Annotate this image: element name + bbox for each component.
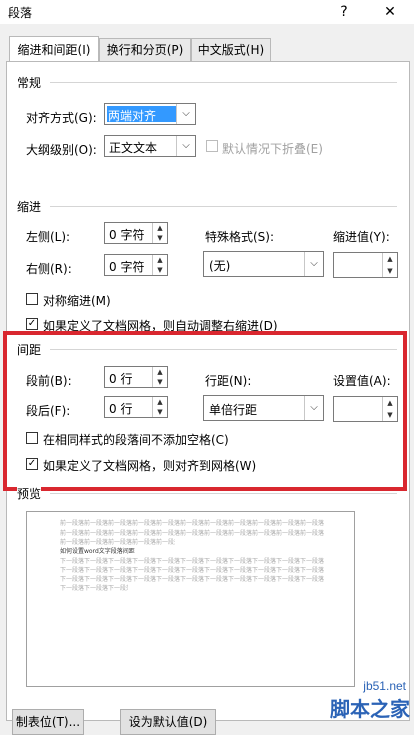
outline-label: 大纲级别(O): [26, 143, 97, 157]
alignment-label: 对齐方式(G): [26, 111, 97, 125]
close-button[interactable]: ✕ [376, 2, 404, 22]
preview-next-line: 下一段落下一段落下一段落下一段落下一段落下一段落下一段落下一段落下一段落下一段落… [60, 576, 325, 583]
outline-value: 正文文本 [109, 141, 158, 155]
special-indent-value: (无) [209, 259, 231, 273]
window-title: 段落 [8, 6, 33, 20]
spinner[interactable]: ▲ ▼ [382, 253, 397, 277]
help-button[interactable]: ? [330, 2, 358, 22]
chevron-down-icon[interactable]: ⌵ [176, 104, 195, 124]
indent-by-label: 缩进值(Y): [333, 230, 390, 244]
divider [50, 206, 397, 207]
divider [50, 493, 397, 494]
preview-prev-line: 前一段落前一段落前一段落前一段落前一段落前一段落前一段落前一段落前一段落前一段落… [60, 539, 175, 546]
highlight-frame [3, 331, 407, 491]
tabs-button[interactable]: 制表位(T)... [12, 709, 84, 735]
preview-heading: 预览 [17, 485, 42, 502]
preview-next-line: 下一段落下一段落下一段落下一段落下一段落下一段落下一段落下一段落下一段落下一段落… [60, 567, 325, 574]
indent-by-input[interactable]: ▲ ▼ [333, 252, 398, 278]
preview-prev-line: 前一段落前一段落前一段落前一段落前一段落前一段落前一段落前一段落前一段落前一段落… [60, 530, 325, 537]
preview-box: 前一段落前一段落前一段落前一段落前一段落前一段落前一段落前一段落前一段落前一段落… [26, 511, 355, 687]
preview-current-line: 如何设置word文字段落间距 [60, 548, 135, 555]
mirror-indent-label: 对称缩进(M) [43, 294, 111, 308]
right-indent-value: 0 字符 [109, 260, 145, 274]
special-indent-select[interactable]: (无) ⌵ [203, 251, 324, 277]
auto-adjust-checkbox[interactable]: ✓ [26, 318, 38, 330]
spinner[interactable]: ▲ ▼ [152, 255, 167, 275]
indent-heading: 缩进 [17, 198, 42, 215]
left-indent-input[interactable]: 0 字符 ▲ ▼ [104, 222, 168, 244]
preview-next-line: 下一段落下一段落下一段落 [60, 585, 128, 592]
outline-select[interactable]: 正文文本 ⌵ [104, 135, 196, 157]
watermark-name: 脚本之家 [330, 697, 410, 721]
chevron-down-icon[interactable]: ⌵ [304, 252, 323, 276]
chevron-down-icon[interactable]: ⌵ [176, 136, 195, 156]
preview-prev-line: 前一段落前一段落前一段落前一段落前一段落前一段落前一段落前一段落前一段落前一段落… [60, 520, 325, 527]
mirror-indent-checkbox[interactable] [26, 293, 38, 305]
right-indent-label: 右侧(R): [26, 262, 72, 276]
tab-line-page-breaks[interactable]: 换行和分页(P) [99, 38, 191, 61]
left-indent-label: 左侧(L): [26, 230, 71, 244]
special-indent-label: 特殊格式(S): [205, 230, 275, 244]
preview-next-line: 下一段落下一段落下一段落下一段落下一段落下一段落下一段落下一段落下一段落下一段落… [60, 558, 325, 565]
spinner[interactable]: ▲ ▼ [152, 223, 167, 243]
right-indent-input[interactable]: 0 字符 ▲ ▼ [104, 254, 168, 276]
set-default-button[interactable]: 设为默认值(D) [120, 709, 216, 735]
alignment-value: 两端对齐 [108, 109, 157, 123]
collapse-checkbox[interactable] [206, 140, 218, 152]
tab-asian-typography[interactable]: 中文版式(H) [191, 38, 271, 61]
alignment-select[interactable]: 两端对齐 ⌵ [104, 103, 196, 125]
divider [50, 82, 397, 83]
collapse-label: 默认情况下折叠(E) [222, 142, 323, 156]
general-heading: 常规 [17, 74, 42, 91]
watermark-site: jb51.net [363, 679, 406, 693]
tab-indents-spacing[interactable]: 缩进和间距(I) [9, 36, 99, 63]
left-indent-value: 0 字符 [109, 228, 145, 242]
